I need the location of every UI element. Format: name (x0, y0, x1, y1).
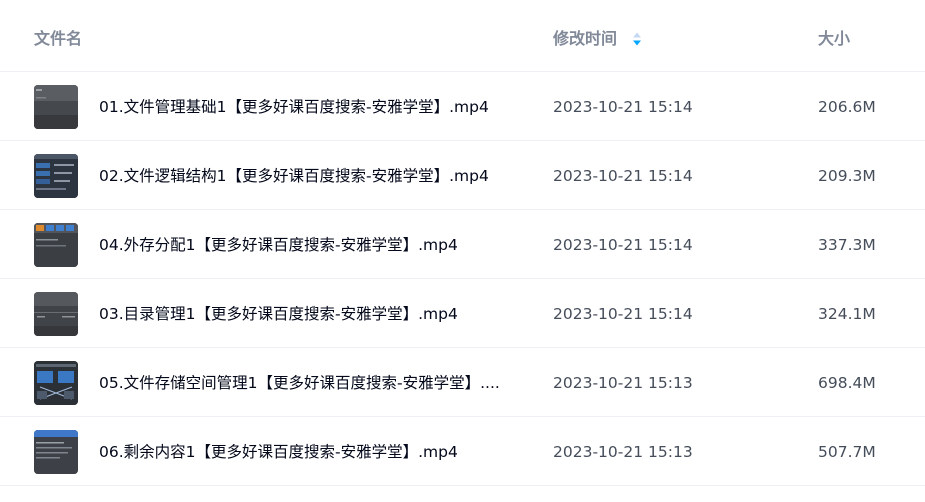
file-name[interactable]: 04.外存分配1【更多好课百度搜索-安雅学堂】.mp4 (99, 234, 519, 256)
file-name[interactable]: 01.文件管理基础1【更多好课百度搜索-安雅学堂】.mp4 (99, 96, 519, 118)
file-row[interactable]: 04.外存分配1【更多好课百度搜索-安雅学堂】.mp4 2023-10-21 1… (0, 210, 925, 279)
file-modified-time: 2023-10-21 15:14 (553, 167, 693, 185)
file-modified-time: 2023-10-21 15:14 (553, 98, 693, 116)
file-size: 209.3M (818, 167, 876, 185)
file-name[interactable]: 06.剩余内容1【更多好课百度搜索-安雅学堂】.mp4 (99, 441, 519, 463)
video-thumbnail-icon (34, 85, 78, 129)
video-thumbnail-icon (34, 154, 78, 198)
file-size: 324.1M (818, 305, 876, 323)
video-thumbnail-icon (34, 292, 78, 336)
file-row[interactable]: 06.剩余内容1【更多好课百度搜索-安雅学堂】.mp4 2023-10-21 1… (0, 417, 925, 486)
file-row[interactable]: 02.文件逻辑结构1【更多好课百度搜索-安雅学堂】.mp4 2023-10-21… (0, 141, 925, 210)
file-list-header: 文件名 修改时间 大小 (0, 0, 925, 72)
file-name[interactable]: 05.文件存储空间管理1【更多好课百度搜索-安雅学堂】.... (99, 372, 519, 394)
file-modified-time: 2023-10-21 15:13 (553, 374, 693, 392)
column-header-modified-time[interactable]: 修改时间 (553, 28, 617, 50)
video-thumbnail-icon (34, 223, 78, 267)
file-row[interactable]: 03.目录管理1【更多好课百度搜索-安雅学堂】.mp4 2023-10-21 1… (0, 279, 925, 348)
file-size: 507.7M (818, 443, 876, 461)
file-name[interactable]: 02.文件逻辑结构1【更多好课百度搜索-安雅学堂】.mp4 (99, 165, 519, 187)
file-size: 698.4M (818, 374, 876, 392)
column-header-size[interactable]: 大小 (818, 28, 850, 50)
file-modified-time: 2023-10-21 15:13 (553, 443, 693, 461)
file-size: 206.6M (818, 98, 876, 116)
file-row[interactable]: 05.文件存储空间管理1【更多好课百度搜索-安雅学堂】.... 2023-10-… (0, 348, 925, 417)
file-size: 337.3M (818, 236, 876, 254)
video-thumbnail-icon (34, 361, 78, 405)
file-list: 文件名 修改时间 大小 01.文件管理基础1【更多好课百度搜索-安雅学堂】.mp… (0, 0, 925, 502)
file-modified-time: 2023-10-21 15:14 (553, 305, 693, 323)
file-modified-time: 2023-10-21 15:14 (553, 236, 693, 254)
sort-caret-icon[interactable] (631, 30, 643, 48)
file-row[interactable]: 01.文件管理基础1【更多好课百度搜索-安雅学堂】.mp4 2023-10-21… (0, 72, 925, 141)
video-thumbnail-icon (34, 430, 78, 474)
column-header-name[interactable]: 文件名 (34, 28, 82, 50)
file-name[interactable]: 03.目录管理1【更多好课百度搜索-安雅学堂】.mp4 (99, 303, 519, 325)
